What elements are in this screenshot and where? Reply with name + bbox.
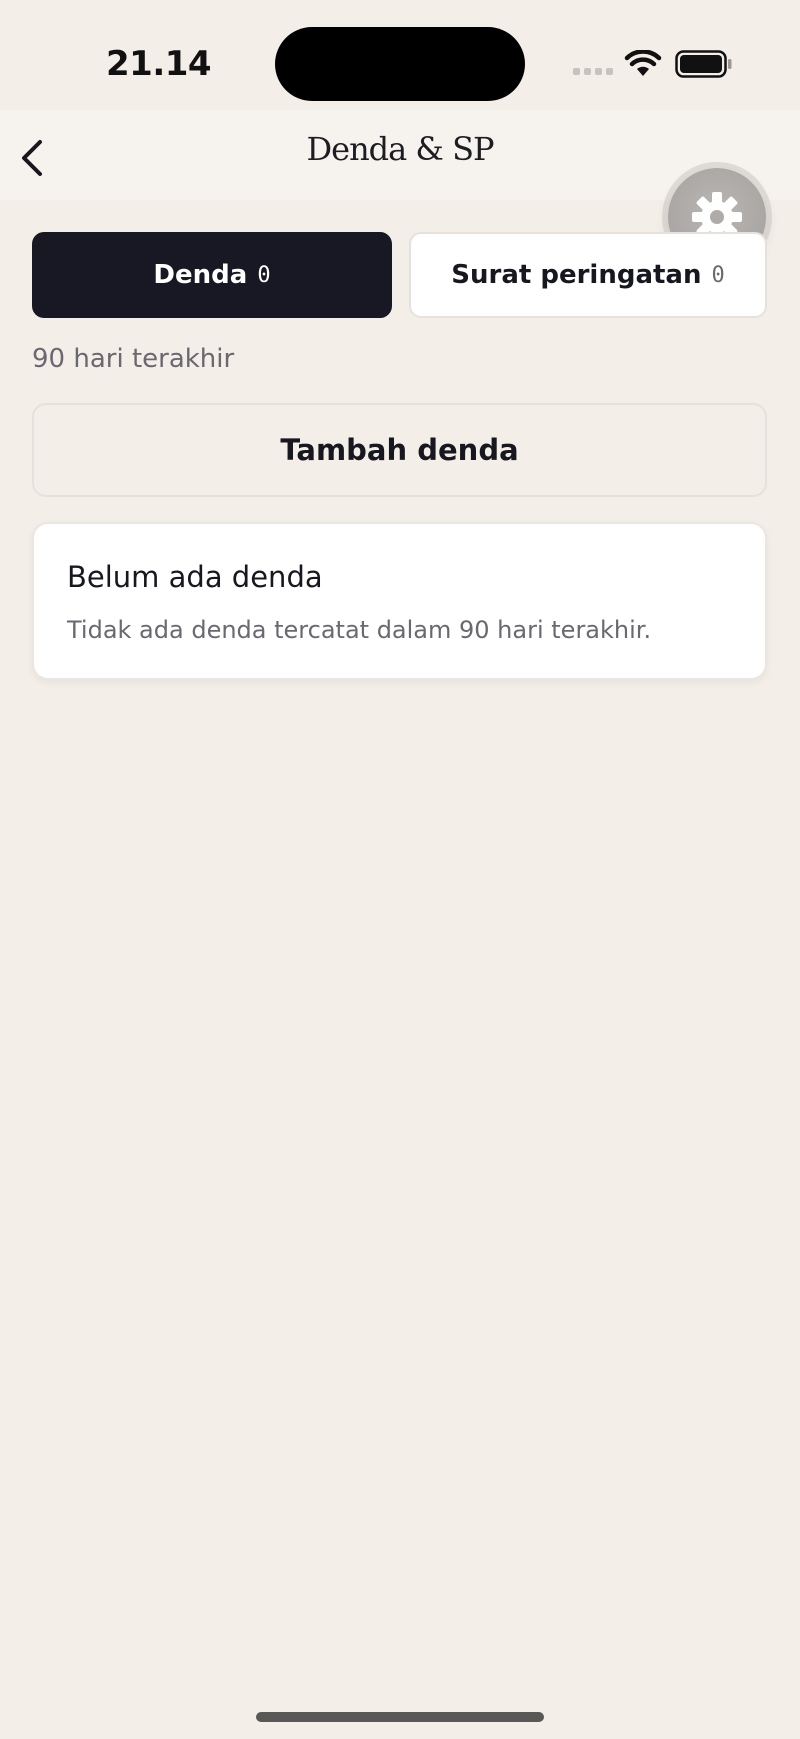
tab-count: 0	[257, 262, 271, 288]
tab-bar: Denda 0 Surat peringatan 0	[32, 232, 767, 320]
signal-icon	[573, 68, 613, 75]
home-indicator[interactable]	[256, 1712, 544, 1722]
wifi-icon	[624, 50, 662, 76]
tab-label: Surat peringatan	[451, 260, 702, 290]
empty-state-card: Belum ada denda Tidak ada denda tercatat…	[32, 522, 767, 680]
status-bar: 21.14	[0, 0, 800, 110]
tab-denda[interactable]: Denda 0	[32, 232, 392, 318]
add-fine-button[interactable]: Tambah denda	[32, 403, 767, 497]
page-title: Denda & SP	[306, 130, 494, 168]
battery-icon	[675, 50, 732, 78]
status-time: 21.14	[106, 44, 212, 84]
tab-surat-peringatan[interactable]: Surat peringatan 0	[409, 232, 767, 318]
dynamic-island	[275, 27, 525, 101]
empty-state-title: Belum ada denda	[67, 560, 323, 594]
tab-count: 0	[711, 262, 725, 288]
empty-state-description: Tidak ada denda tercatat dalam 90 hari t…	[67, 616, 652, 644]
date-range-label: 90 hari terakhir	[32, 344, 235, 374]
tab-label: Denda	[153, 260, 248, 290]
